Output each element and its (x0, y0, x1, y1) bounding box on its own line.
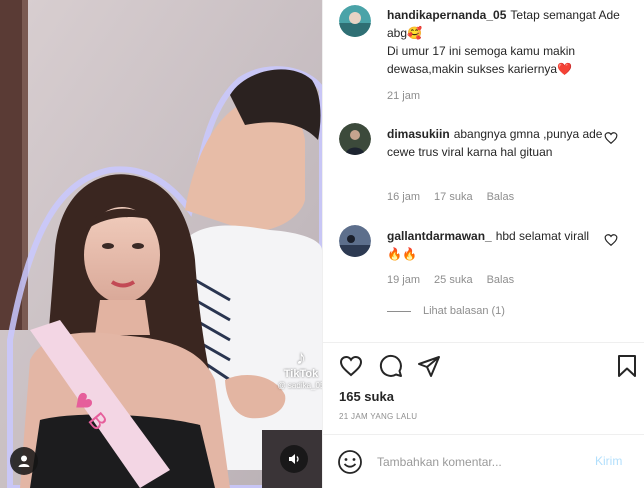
paper-plane-icon[interactable] (417, 354, 441, 378)
view-replies-label: Lihat balasan (1) (423, 305, 505, 317)
speaker-icon (289, 454, 299, 464)
caption-username[interactable]: handikapernanda_05 (387, 8, 506, 22)
user-tags-button[interactable] (10, 447, 38, 475)
comment-like-heart-icon[interactable] (604, 233, 618, 247)
caption-author-avatar[interactable] (339, 5, 371, 37)
comment-time[interactable]: 16 jam (387, 191, 420, 203)
tiktok-watermark: ♪ TikTok @ sadika_05 (270, 348, 322, 391)
video-frame: ♥ B (0, 0, 322, 488)
comment-text-block: gallantdarmawan_ hbd selamat virall 🔥🔥 (387, 227, 607, 263)
comment-meta: 16 jam 17 suka Balas (387, 191, 514, 203)
comment-composer: Kirim (323, 437, 644, 488)
composer-divider (323, 434, 644, 435)
tiktok-logo-icon: ♪ (296, 347, 306, 369)
caption-meta: 21 jam (387, 90, 420, 102)
comment-reply-button[interactable]: Balas (487, 274, 515, 286)
comment-likes-count[interactable]: 25 suka (434, 274, 473, 286)
comment-avatar[interactable] (339, 225, 371, 257)
comment-reply-button[interactable]: Balas (487, 191, 515, 203)
actions-divider (323, 342, 644, 343)
comment-avatar[interactable] (339, 123, 371, 155)
comment-time[interactable]: 19 jam (387, 274, 420, 286)
comment-likes-count[interactable]: 17 suka (434, 191, 473, 203)
likes-count[interactable]: 165 suka (339, 389, 394, 404)
view-replies-line (387, 310, 411, 312)
comment-input[interactable] (377, 451, 587, 473)
heart-icon[interactable] (339, 354, 363, 378)
comment-text-block: dimasukiin abangnya gmna ,punya ade cewe … (387, 125, 607, 161)
comment-meta: 19 jam 25 suka Balas (387, 274, 514, 286)
post-timestamp[interactable]: 21 JAM YANG LALU (339, 412, 417, 421)
tiktok-username: @ sadika_05 (277, 381, 322, 390)
comment-like-heart-icon[interactable] (604, 131, 618, 145)
user-icon (18, 455, 30, 467)
smiley-icon[interactable] (337, 449, 363, 475)
tiktok-wordmark: TikTok (283, 368, 319, 380)
action-bar (339, 354, 639, 380)
mute-button[interactable] (280, 445, 308, 473)
comments-panel: handikapernanda_05 Tetap semangat Ade abg… (322, 0, 644, 488)
bookmark-icon[interactable] (615, 354, 639, 378)
post-comment-button[interactable]: Kirim (595, 454, 622, 468)
comment-icon[interactable] (379, 354, 403, 378)
comment-username[interactable]: dimasukiin (387, 127, 450, 141)
caption: handikapernanda_05 Tetap semangat Ade abg… (387, 6, 637, 78)
comment-username[interactable]: gallantdarmawan_ (387, 229, 492, 243)
post-media[interactable]: ♥ B ♪ TikTok @ sadika_05 (0, 0, 322, 488)
caption-time[interactable]: 21 jam (387, 90, 420, 102)
view-replies-button[interactable]: Lihat balasan (1) (387, 305, 505, 317)
